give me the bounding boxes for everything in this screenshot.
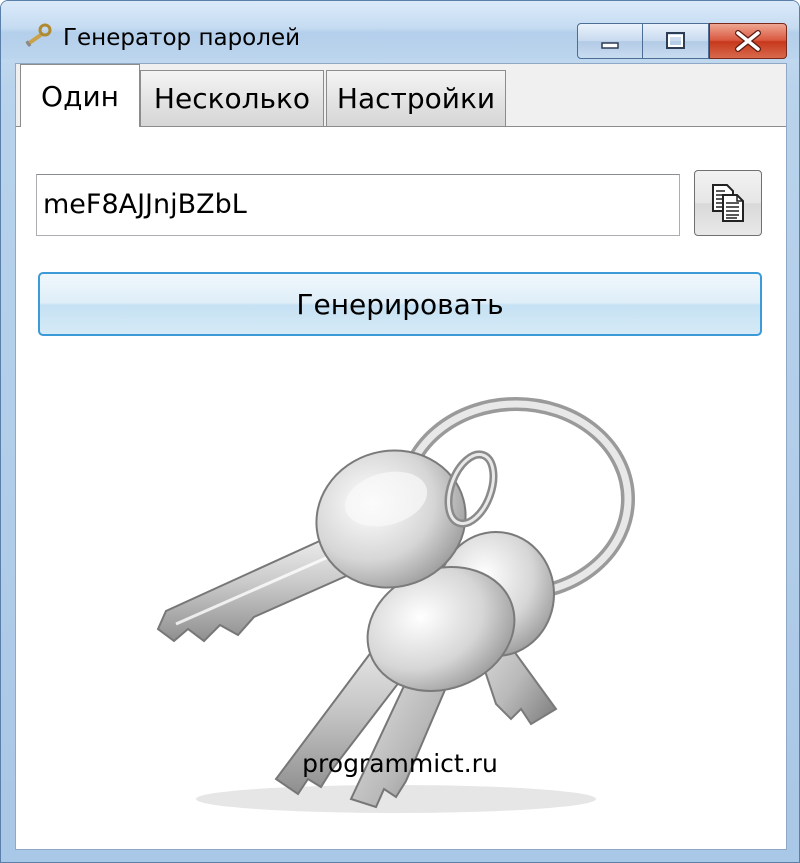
minimize-button[interactable] bbox=[577, 23, 643, 59]
client-area: Один Несколько Настройки meF8AJJnjBZbL Г… bbox=[15, 63, 787, 850]
password-field[interactable]: meF8AJJnjBZbL bbox=[36, 174, 680, 236]
window-title: Генератор паролей bbox=[63, 25, 301, 51]
maximize-icon bbox=[666, 32, 685, 49]
tab-settings[interactable]: Настройки bbox=[326, 70, 506, 126]
website-label[interactable]: programmict.ru bbox=[1, 749, 799, 778]
app-window: Генератор паролей Один Несколько Настрой… bbox=[0, 0, 800, 863]
title-bar[interactable]: Генератор паролей bbox=[1, 1, 799, 59]
tab-strip: Один Несколько Настройки bbox=[16, 64, 786, 127]
close-icon bbox=[735, 30, 761, 52]
app-key-icon bbox=[25, 23, 52, 48]
tab-multiple[interactable]: Несколько bbox=[140, 70, 324, 126]
generate-button[interactable]: Генерировать bbox=[38, 272, 762, 336]
minimize-icon bbox=[601, 42, 619, 49]
copy-button[interactable] bbox=[694, 170, 762, 236]
tab-one[interactable]: Один bbox=[20, 64, 140, 127]
copy-icon bbox=[712, 184, 744, 222]
close-button[interactable] bbox=[709, 23, 787, 59]
maximize-button[interactable] bbox=[643, 23, 709, 59]
